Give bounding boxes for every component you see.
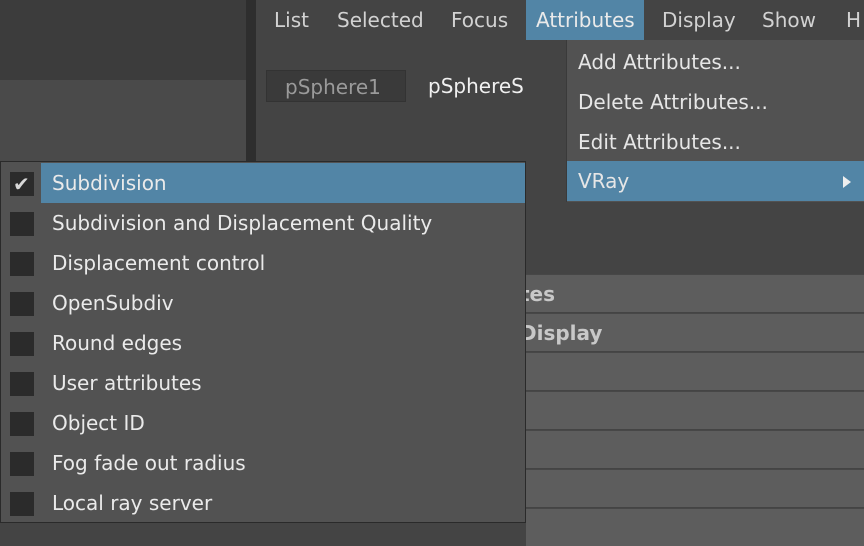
submenu-arrow-icon [843,176,851,188]
vray-item-label: User attributes [52,371,202,395]
vray-item-label: Displacement control [52,251,266,275]
vray-item-label: Subdivision [52,171,167,195]
checkbox-icon[interactable] [10,252,34,276]
menu-item-vray-label: VRay [578,169,630,193]
attribute-section-header[interactable] [526,391,864,429]
checkbox-icon[interactable] [10,492,34,516]
checkbox-icon[interactable] [10,332,34,356]
checkbox-icon[interactable] [10,412,34,436]
menu-show[interactable]: Show [752,0,826,40]
vray-item-label: OpenSubdiv [52,291,174,315]
menu-attributes[interactable]: Attributes [526,0,644,40]
checkbox-icon[interactable] [10,452,34,476]
vray-submenu: ✔ Subdivision Subdivision and Displaceme… [0,161,526,523]
vray-item-opensubdiv[interactable]: OpenSubdiv [1,283,525,323]
checkbox-icon[interactable] [10,292,34,316]
outliner-panel [0,0,246,80]
tab-psphereshape[interactable]: pSphereS [410,70,550,102]
attribute-editor-menubar: List Selected Focus Attributes Display S… [256,0,864,40]
vray-item-label: Local ray server [52,491,213,515]
menu-display[interactable]: Display [652,0,746,40]
menu-item-edit-attributes[interactable]: Edit Attributes... [567,122,864,162]
attributes-dropdown-menu: Add Attributes... Delete Attributes... E… [566,40,864,202]
vray-item-label: Subdivision and Displacement Quality [52,211,433,235]
vray-item-subdivision[interactable]: ✔ Subdivision [1,163,525,203]
menu-list[interactable]: List [264,0,319,40]
vray-item-subdivision-displacement-quality[interactable]: Subdivision and Displacement Quality [1,203,525,243]
attribute-section-header[interactable] [526,469,864,507]
checkmark-icon: ✔ [13,172,30,196]
attribute-section-header[interactable] [526,430,864,468]
attribute-section-header[interactable] [526,508,864,546]
checkbox-icon[interactable] [10,372,34,396]
outliner-panel-lower [0,80,246,162]
menu-item-vray[interactable]: VRay [567,161,864,201]
attribute-section-header[interactable] [526,352,864,390]
attribute-section-label: Display [520,321,603,345]
menu-focus[interactable]: Focus [441,0,518,40]
vray-item-label: Fog fade out radius [52,451,246,475]
vray-item-user-attributes[interactable]: User attributes [1,363,525,403]
tab-psphere1[interactable]: pSphere1 [266,70,406,102]
vray-item-label: Object ID [52,411,145,435]
vray-item-object-id[interactable]: Object ID [1,403,525,443]
vray-item-round-edges[interactable]: Round edges [1,323,525,363]
menu-item-delete-attributes[interactable]: Delete Attributes... [567,82,864,122]
panel-divider[interactable] [246,0,256,162]
menu-item-add-attributes[interactable]: Add Attributes... [567,42,864,82]
attribute-section-header[interactable]: tes [520,274,864,312]
checkbox-icon[interactable] [10,212,34,236]
menu-selected[interactable]: Selected [327,0,434,40]
vray-item-local-ray-server[interactable]: Local ray server [1,483,525,523]
menu-help[interactable]: H [836,0,864,40]
checkbox-icon[interactable]: ✔ [10,172,34,196]
vray-item-fog-fade-out-radius[interactable]: Fog fade out radius [1,443,525,483]
attribute-editor-body [526,200,864,272]
attribute-section-header[interactable]: Display [520,313,864,351]
vray-item-label: Round edges [52,331,183,355]
vray-item-displacement-control[interactable]: Displacement control [1,243,525,283]
